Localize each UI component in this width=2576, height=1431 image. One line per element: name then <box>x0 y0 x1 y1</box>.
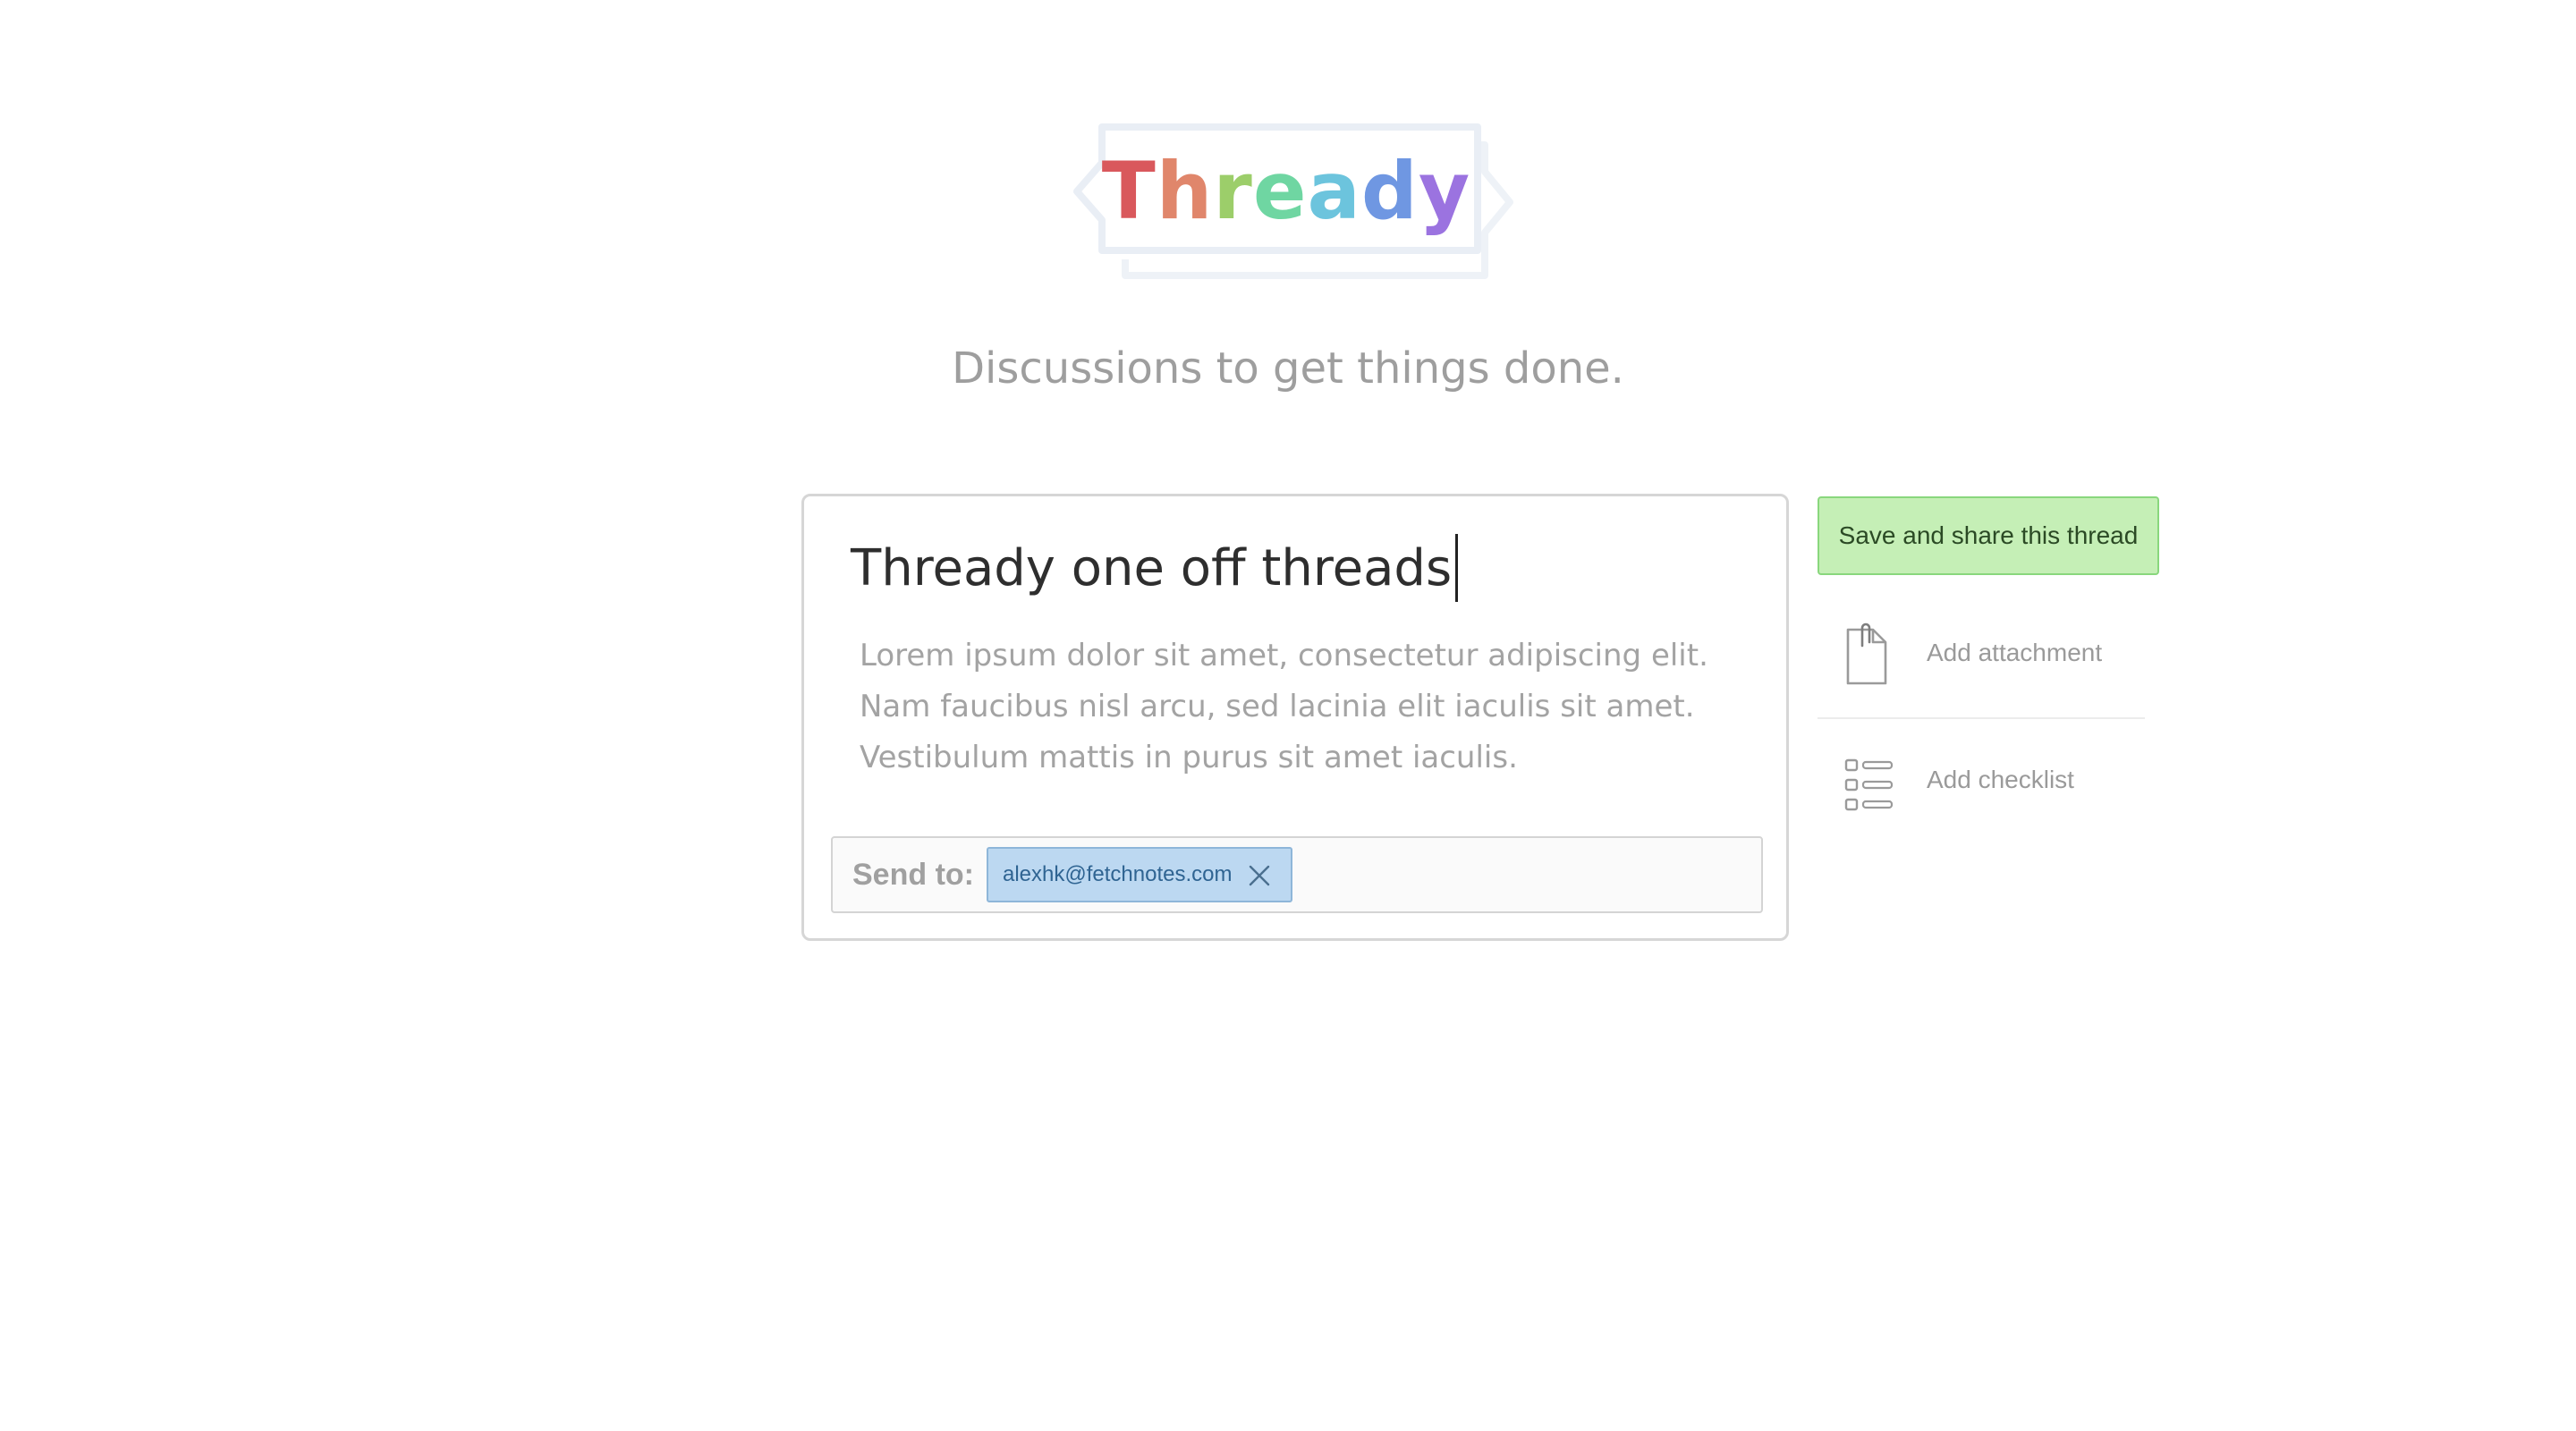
remove-recipient-close-icon[interactable] <box>1248 864 1271 887</box>
thread-composer: Thready one off threads Lorem ipsum dolo… <box>801 494 1789 941</box>
recipient-chip[interactable]: alexhk@fetchnotes.com <box>987 847 1292 902</box>
thread-title-input[interactable]: Thready one off threads <box>851 533 1459 602</box>
logo-wordmark: Thready <box>1063 145 1510 237</box>
logo-letter: r <box>1213 145 1253 237</box>
logo-letter: e <box>1252 145 1308 237</box>
thread-body-input[interactable]: Lorem ipsum dolor sit amet, consectetur … <box>860 631 1736 783</box>
logo-letter: y <box>1418 145 1471 237</box>
add-checklist-button[interactable]: Add checklist <box>1818 733 2145 841</box>
checklist-icon <box>1844 757 1894 818</box>
logo-letter: T <box>1101 145 1157 237</box>
add-checklist-label: Add checklist <box>1927 766 2074 793</box>
send-to-label: Send to: <box>852 858 974 892</box>
add-attachment-button[interactable]: Add attachment <box>1818 608 2145 716</box>
save-and-share-button[interactable]: Save and share this thread <box>1818 496 2159 575</box>
add-attachment-label: Add attachment <box>1927 639 2103 666</box>
side-actions-divider <box>1818 717 2145 719</box>
logo-letter: a <box>1307 145 1361 237</box>
text-caret <box>1455 533 1459 602</box>
paperclip-document-icon <box>1844 622 1889 691</box>
tagline: Discussions to get things done. <box>952 343 1624 394</box>
send-to-field[interactable]: Send to: alexhk@fetchnotes.com <box>831 836 1763 913</box>
logo-letter: d <box>1360 145 1419 237</box>
thread-title-text: Thready one off threads <box>851 539 1453 597</box>
logo-letter: h <box>1156 145 1214 237</box>
logo: Thready <box>1063 116 1528 286</box>
recipient-email: alexhk@fetchnotes.com <box>1003 862 1233 886</box>
